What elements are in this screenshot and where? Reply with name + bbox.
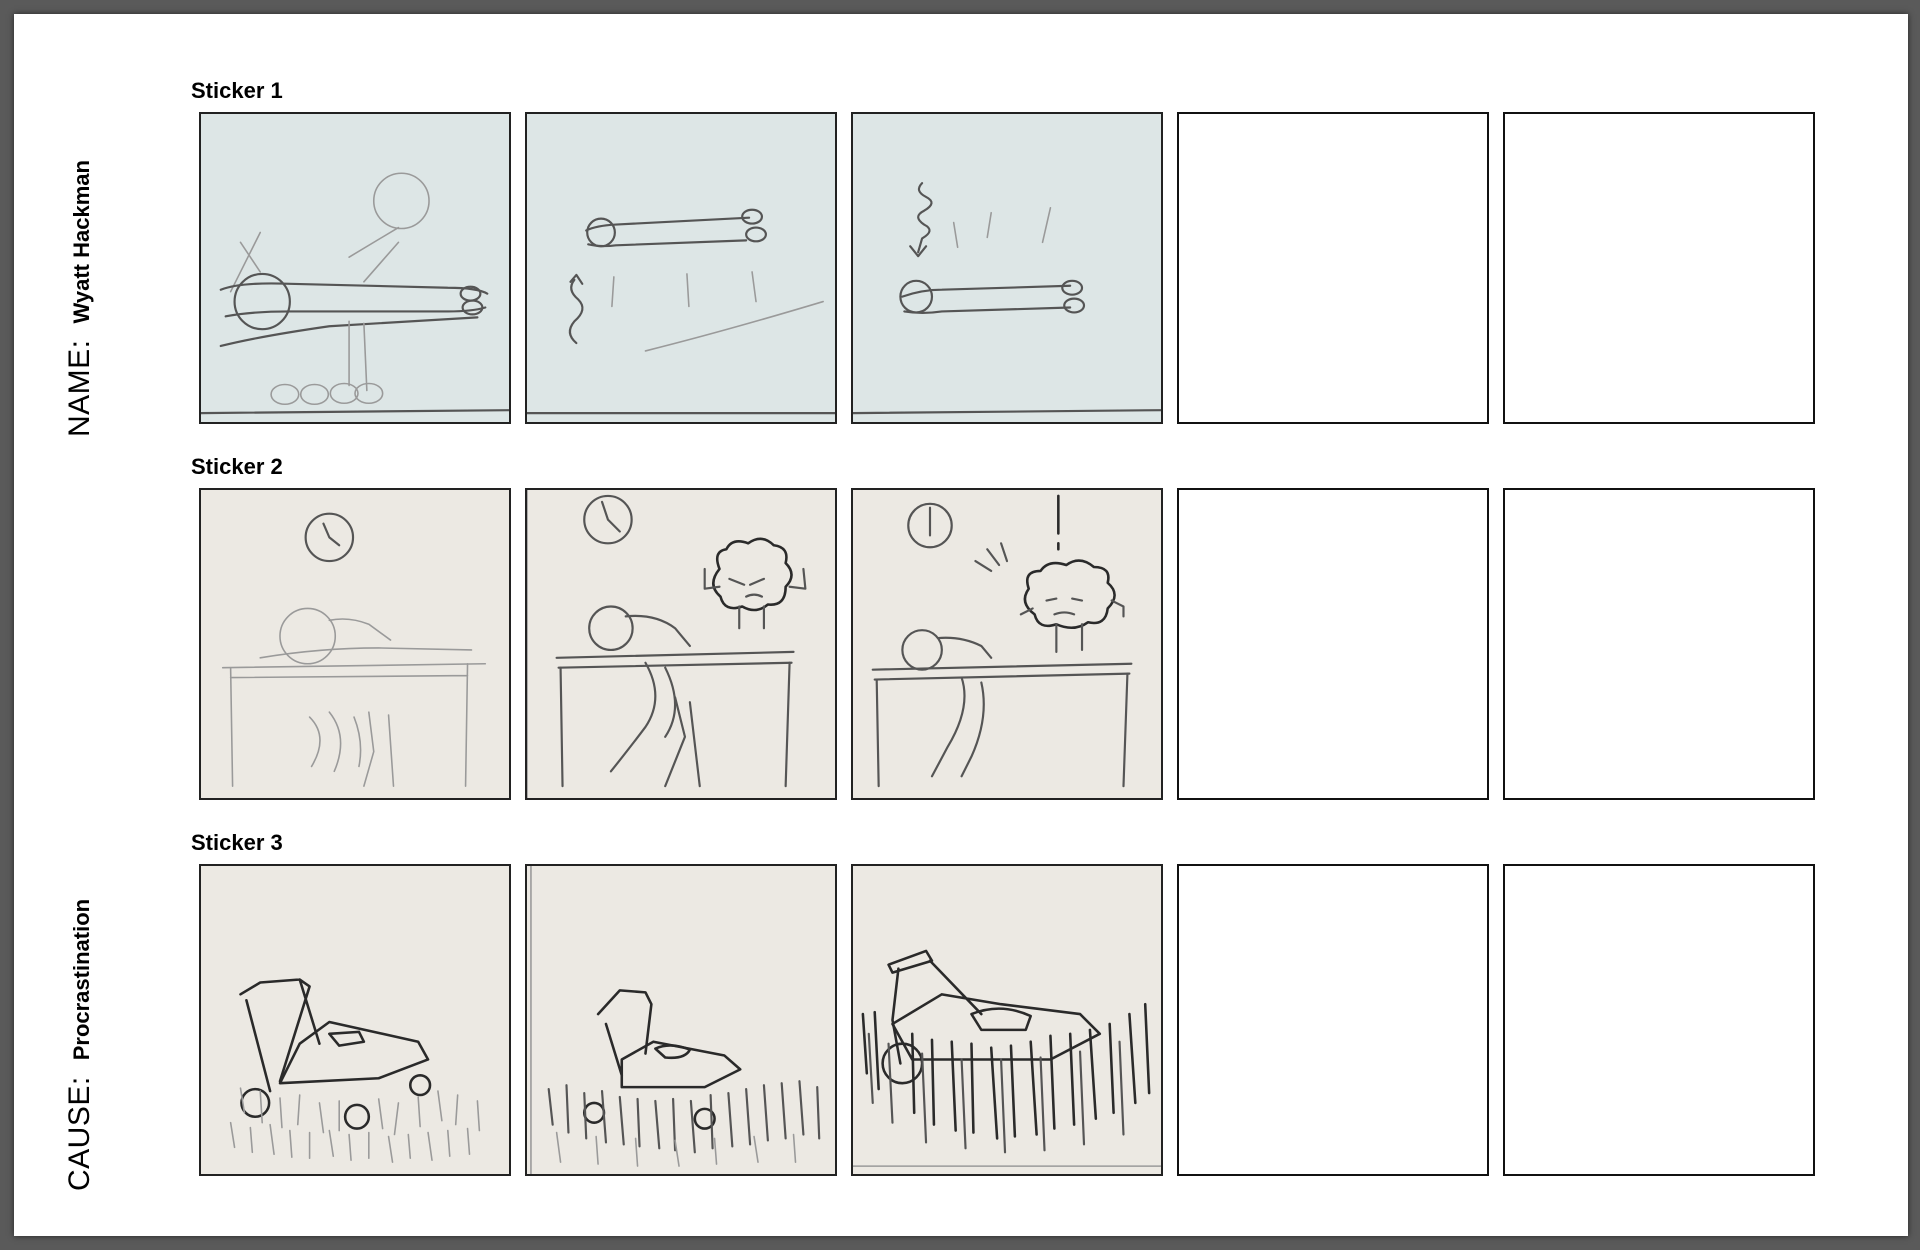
cause-value: Procrastination bbox=[69, 898, 94, 1061]
lawnmower-short-grass-sketch bbox=[201, 866, 509, 1174]
man-lying-on-bed-sketch bbox=[201, 114, 509, 422]
sticker-1-frame-4 bbox=[1177, 112, 1489, 424]
sticker-2-title: Sticker 2 bbox=[191, 454, 283, 479]
sticker-3-frame-4 bbox=[1177, 864, 1489, 1176]
cause-key: CAUSE: bbox=[63, 1076, 96, 1191]
lawnmower-grass-growing-sketch bbox=[527, 866, 835, 1174]
sticker-2-frame-1 bbox=[199, 488, 511, 800]
sticker-2-frame-4 bbox=[1177, 488, 1489, 800]
sticker-3-frame-3 bbox=[851, 864, 1163, 1176]
sticker-2-row bbox=[199, 488, 1817, 800]
sticker-2-frame-5 bbox=[1503, 488, 1815, 800]
storyboard-page: NAME: Wyatt Hackman CAUSE: Procrastinati… bbox=[14, 14, 1908, 1236]
lawnmower-tall-grass-sketch bbox=[853, 866, 1161, 1174]
man-floating-up-sketch bbox=[527, 114, 835, 422]
name-value: Wyatt Hackman bbox=[69, 160, 94, 324]
sticker-1-frame-5 bbox=[1503, 112, 1815, 424]
name-label: NAME: Wyatt Hackman bbox=[63, 160, 97, 437]
sticker-3-row bbox=[199, 864, 1817, 1176]
man-falling-back-sketch bbox=[853, 114, 1161, 422]
sticker-1-row bbox=[199, 112, 1817, 424]
brain-watching-sleeper-sketch bbox=[527, 490, 835, 798]
sticker-3-frame-5 bbox=[1503, 864, 1815, 1176]
sticker-3-frame-1 bbox=[199, 864, 511, 1176]
name-key: NAME: bbox=[63, 339, 96, 437]
cause-label: CAUSE: Procrastination bbox=[63, 899, 97, 1191]
sticker-3-frame-2 bbox=[525, 864, 837, 1176]
sticker-1-frame-2 bbox=[525, 112, 837, 424]
sticker-1-frame-1 bbox=[199, 112, 511, 424]
sticker-3-title: Sticker 3 bbox=[191, 830, 283, 855]
sticker-2-frame-2 bbox=[525, 488, 837, 800]
sticker-1-frame-3 bbox=[851, 112, 1163, 424]
sticker-1-title: Sticker 1 bbox=[191, 78, 283, 103]
brain-alarmed-sketch bbox=[853, 490, 1161, 798]
sticker-2-frame-3 bbox=[851, 488, 1163, 800]
man-asleep-at-desk-sketch bbox=[201, 490, 509, 798]
